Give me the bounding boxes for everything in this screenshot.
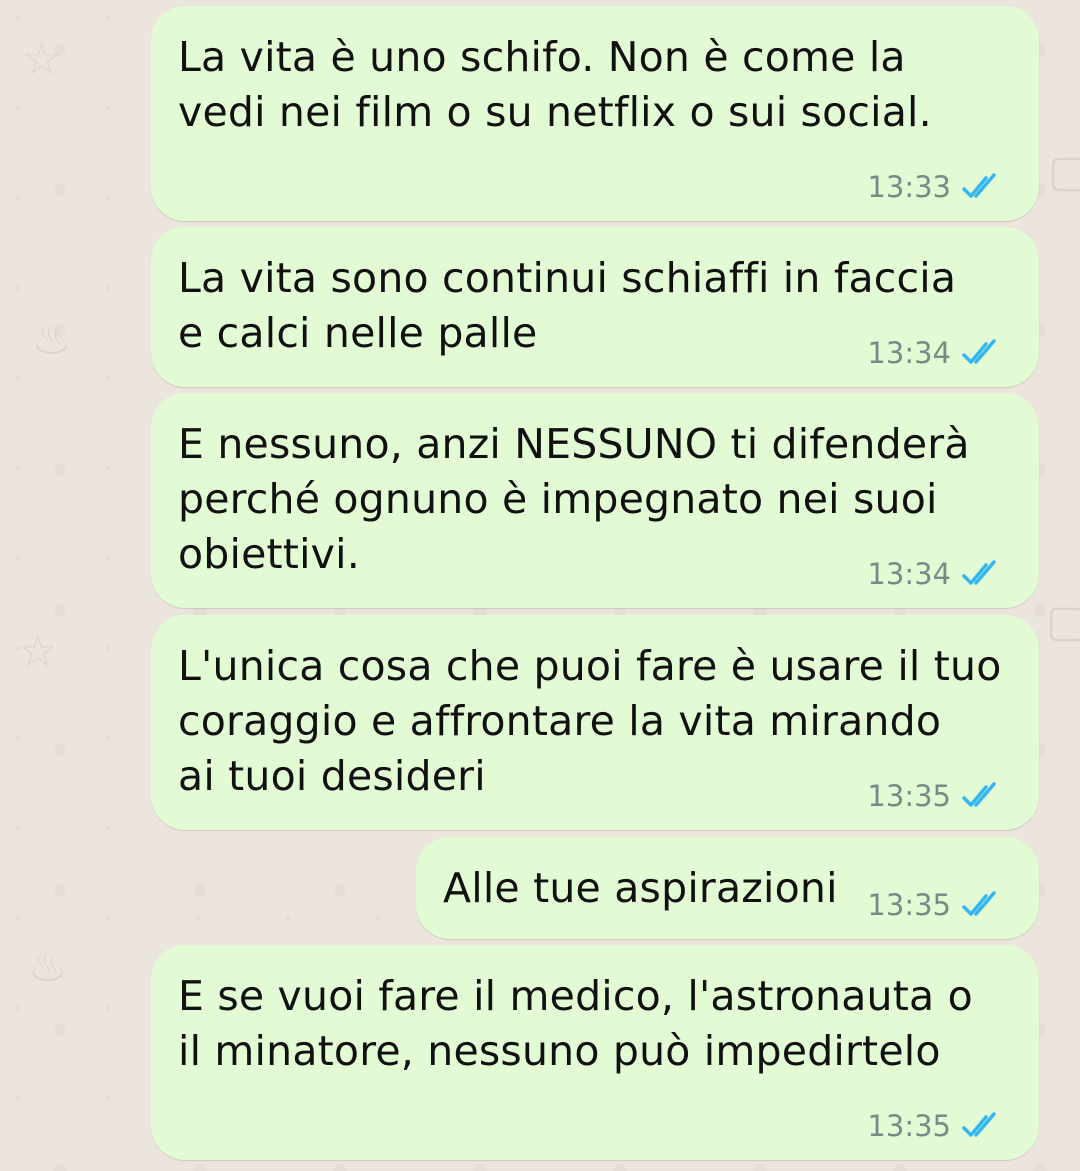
message-bubble[interactable]: E se vuoi fare il medico, l'astronauta o… — [151, 945, 1039, 1160]
message-bubble[interactable]: L'unica cosa che puoi fare è usare il tu… — [151, 615, 1039, 830]
wallpaper-star-icon: ☆ — [22, 34, 62, 85]
message-meta: 13:34 — [867, 558, 1005, 590]
message-bubble[interactable]: E nessuno, anzi NESSUNO ti difenderà per… — [151, 393, 1039, 608]
double-check-read-icon — [962, 339, 996, 364]
wallpaper-gift-icon: ▢ — [1048, 146, 1080, 197]
wallpaper-star-icon: ☆ — [18, 626, 58, 677]
double-check-read-icon — [962, 891, 996, 916]
message-meta: 13:35 — [867, 1110, 1005, 1142]
double-check-read-icon — [962, 1112, 996, 1137]
message-meta: 13:35 — [867, 889, 1005, 921]
message-bubble[interactable]: La vita è uno schifo. Non è come la vedi… — [151, 6, 1039, 221]
message-time: 13:34 — [867, 557, 951, 591]
message-time: 13:34 — [867, 336, 951, 370]
message-text: La vita è uno schifo. Non è come la vedi… — [178, 33, 932, 136]
message-meta: 13:34 — [867, 337, 1005, 369]
double-check-read-icon — [962, 560, 996, 585]
double-check-read-icon — [962, 782, 996, 807]
message-time: 13:35 — [867, 888, 951, 922]
message-time: 13:33 — [867, 170, 951, 204]
message-time: 13:35 — [867, 779, 951, 813]
wallpaper-cake-icon: ♨ — [32, 314, 72, 365]
double-check-read-icon — [962, 173, 996, 198]
wallpaper-gift-icon: ▢ — [1046, 596, 1080, 647]
wallpaper-cake-icon: ♨ — [28, 941, 68, 992]
message-time: 13:35 — [867, 1109, 951, 1143]
message-meta: 13:33 — [867, 171, 1005, 203]
message-text: E se vuoi fare il medico, l'astronauta o… — [178, 972, 973, 1075]
message-meta: 13:35 — [867, 780, 1005, 812]
message-bubble[interactable]: La vita sono continui schiaffi in faccia… — [151, 227, 1039, 387]
message-bubble[interactable]: Alle tue aspirazioni 13:35 — [416, 837, 1039, 939]
chat-background: ☆ ♨ ☆ ♨ ▢ ▢ La vita è uno schifo. Non è … — [0, 0, 1080, 1171]
